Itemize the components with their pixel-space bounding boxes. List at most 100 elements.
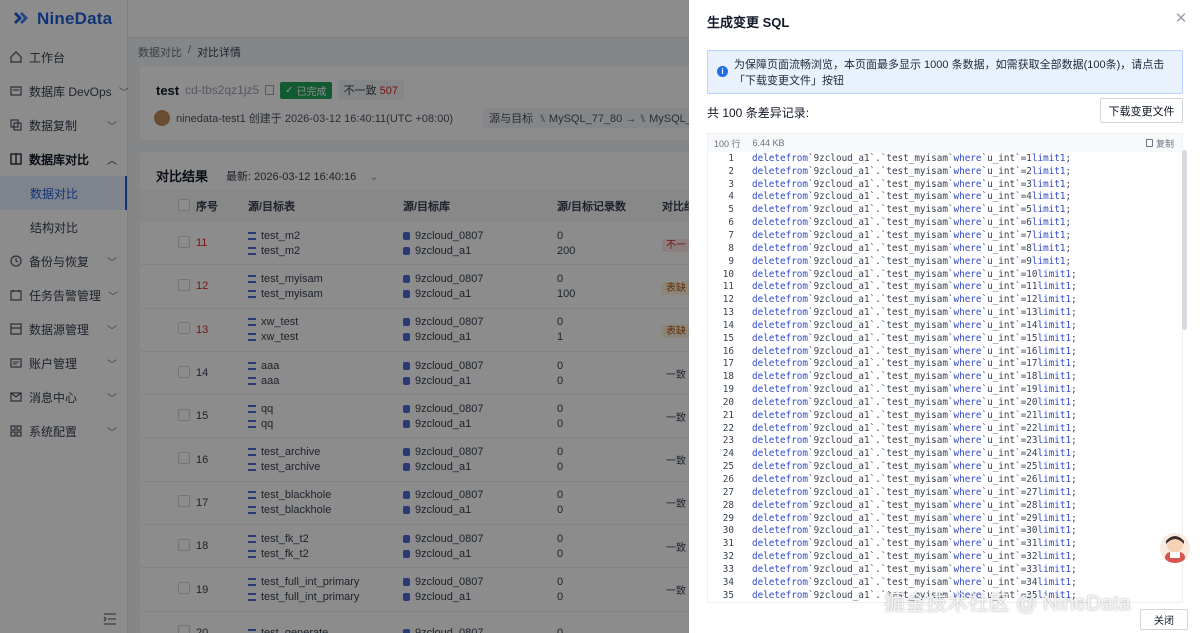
sql-terminator: ;: [1065, 242, 1072, 254]
sql-column: `u_int`=: [981, 345, 1027, 357]
sql-keyword: where: [953, 191, 982, 203]
sql-column: `u_int`=: [981, 461, 1027, 473]
sql-terminator: ;: [1065, 229, 1072, 241]
sql-code-box[interactable]: 100 行 6.44 KB 复制 1 delete from `9zcloud_a…: [707, 133, 1183, 603]
sql-keyword: from: [785, 307, 808, 319]
sql-keyword: where: [953, 345, 982, 357]
sql-column: `u_int`=: [981, 422, 1027, 434]
sql-keyword: delete: [752, 152, 786, 164]
sql-column: `u_int`=: [981, 268, 1027, 280]
sql-column: `u_int`=: [981, 563, 1027, 575]
sql-value: 24: [1026, 448, 1038, 460]
sql-table: `9zcloud_a1`.`test_myisam`: [807, 307, 954, 319]
sql-keyword: where: [953, 486, 982, 498]
line-number: 14: [722, 319, 734, 331]
sql-terminator: ;: [1071, 525, 1077, 537]
sql-keyword: where: [953, 435, 982, 447]
sql-terminator: ;: [1065, 217, 1072, 229]
sql-column: `u_int`=: [981, 384, 1027, 396]
modal-overlay[interactable]: [0, 0, 689, 633]
code-line: 1 delete from `9zcloud_a1`.`test_myisam` …: [708, 152, 1182, 165]
assistant-avatar-icon[interactable]: [1160, 533, 1190, 563]
line-number: 29: [722, 512, 734, 524]
sql-terminator: ;: [1071, 409, 1077, 421]
sql-keyword: delete: [752, 358, 786, 370]
sql-value: 11: [1026, 281, 1038, 293]
sql-keyword: where: [953, 255, 982, 267]
code-line: 27 delete from `9zcloud_a1`.`test_myisam`…: [708, 486, 1182, 499]
line-number: 16: [722, 345, 734, 357]
code-line: 7 delete from `9zcloud_a1`.`test_myisam` …: [708, 229, 1182, 242]
close-icon[interactable]: ✕: [1174, 11, 1188, 26]
sql-column: `u_int`=: [981, 525, 1027, 537]
code-line: 32 delete from `9zcloud_a1`.`test_myisam`…: [708, 550, 1182, 563]
sql-keyword: from: [785, 499, 808, 511]
sql-keyword: from: [785, 563, 808, 575]
sql-keyword: where: [953, 499, 982, 511]
sql-column: `u_int`=: [981, 358, 1027, 370]
sql-table: `9zcloud_a1`.`test_myisam`: [807, 281, 954, 293]
sql-keyword: limit: [1037, 525, 1066, 537]
sql-column: `u_int`=: [981, 371, 1027, 383]
sql-keyword: where: [953, 229, 982, 241]
sql-keyword: from: [785, 525, 808, 537]
sql-keyword: delete: [752, 551, 786, 563]
sql-column: `u_int`=: [981, 486, 1027, 498]
sql-terminator: ;: [1065, 178, 1072, 190]
sql-keyword: limit: [1037, 345, 1066, 357]
sql-keyword: where: [953, 281, 982, 293]
sql-keyword: limit: [1037, 396, 1066, 408]
sql-keyword: where: [953, 551, 982, 563]
line-number: 24: [722, 448, 734, 460]
sql-column: `u_int`=: [981, 396, 1027, 408]
download-change-file-button[interactable]: 下载变更文件: [1100, 98, 1183, 123]
sql-terminator: ;: [1071, 371, 1077, 383]
sql-value: 33: [1026, 563, 1038, 575]
code-line: 28 delete from `9zcloud_a1`.`test_myisam`…: [708, 499, 1182, 512]
sql-terminator: ;: [1071, 499, 1077, 511]
sql-keyword: from: [785, 242, 808, 254]
sql-keyword: where: [953, 319, 982, 331]
sql-value: 25: [1026, 461, 1038, 473]
sql-keyword: delete: [752, 538, 786, 550]
sql-table: `9zcloud_a1`.`test_myisam`: [807, 422, 954, 434]
line-number: 35: [722, 589, 734, 601]
sql-keyword: from: [785, 345, 808, 357]
sql-column: `u_int`=: [981, 165, 1027, 177]
sql-keyword: delete: [752, 268, 786, 280]
sql-keyword: from: [785, 396, 808, 408]
code-scrollbar[interactable]: [1182, 150, 1187, 330]
sql-keyword: from: [785, 229, 808, 241]
code-line: 3 delete from `9zcloud_a1`.`test_myisam` …: [708, 178, 1182, 191]
sql-table: `9zcloud_a1`.`test_myisam`: [807, 268, 954, 280]
copy-label: 复制: [1155, 138, 1174, 149]
sql-keyword: from: [785, 204, 808, 216]
line-number: 22: [722, 422, 734, 434]
line-number: 28: [722, 499, 734, 511]
sql-keyword: where: [953, 461, 982, 473]
sql-table: `9zcloud_a1`.`test_myisam`: [807, 525, 954, 537]
code-line: 31 delete from `9zcloud_a1`.`test_myisam`…: [708, 537, 1182, 550]
sql-keyword: limit: [1031, 217, 1060, 229]
line-number: 34: [722, 576, 734, 588]
sql-keyword: where: [953, 307, 982, 319]
sql-keyword: delete: [752, 178, 786, 190]
line-number: 21: [722, 409, 734, 421]
line-number: 25: [722, 461, 734, 473]
sql-keyword: delete: [752, 486, 786, 498]
sql-keyword: from: [785, 281, 808, 293]
line-number: 30: [722, 525, 734, 537]
sql-terminator: ;: [1071, 358, 1077, 370]
sql-column: `u_int`=: [981, 217, 1027, 229]
sql-keyword: delete: [752, 165, 786, 177]
sql-keyword: delete: [752, 422, 786, 434]
sql-keyword: from: [785, 294, 808, 306]
close-button[interactable]: 关闭: [1140, 609, 1188, 630]
copy-button[interactable]: 复制: [1145, 137, 1174, 150]
sql-value: 10: [1026, 268, 1038, 280]
sql-keyword: delete: [752, 525, 786, 537]
sql-column: `u_int`=: [981, 448, 1027, 460]
sql-keyword: limit: [1037, 563, 1066, 575]
sql-terminator: ;: [1065, 191, 1072, 203]
sql-terminator: ;: [1071, 486, 1077, 498]
